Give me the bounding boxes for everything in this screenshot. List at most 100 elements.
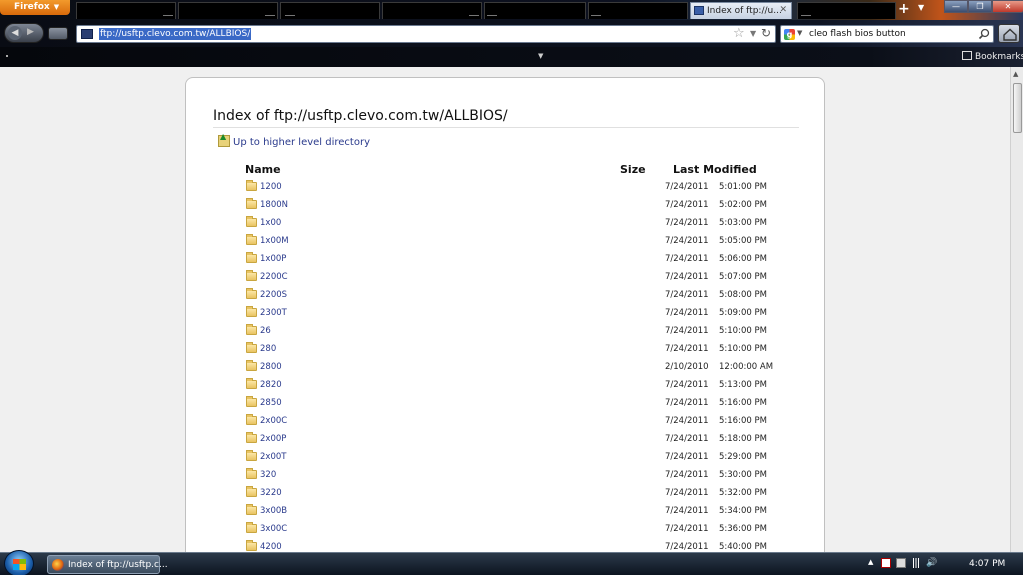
- up-directory-link[interactable]: Up to higher level directory: [218, 132, 370, 148]
- minimize-button[interactable]: —: [944, 0, 968, 13]
- chevron-down-icon[interactable]: ▼: [750, 29, 756, 38]
- list-item[interactable]: 1800N 7/24/2011 5:02:00 PM: [245, 198, 805, 216]
- list-item[interactable]: 3x00C 7/24/2011 5:36:00 PM: [245, 522, 805, 540]
- tab-close-icon[interactable]: ✕: [779, 5, 787, 15]
- list-item[interactable]: 3x00B 7/24/2011 5:34:00 PM: [245, 504, 805, 522]
- list-item[interactable]: 2x00P 7/24/2011 5:18:00 PM: [245, 432, 805, 450]
- home-icon: [1003, 28, 1017, 41]
- folder-name-link[interactable]: 2x00T: [260, 452, 286, 462]
- tab-8[interactable]: [797, 2, 896, 19]
- maximize-button[interactable]: ❐: [968, 0, 992, 13]
- modified-time: 5:01:00 PM: [719, 182, 767, 192]
- forward-arrow-icon[interactable]: ▶: [27, 27, 34, 37]
- address-bar[interactable]: ftp://usftp.clevo.com.tw/ALLBIOS/ ☆ ▼ ↻: [76, 25, 776, 43]
- vertical-scrollbar[interactable]: ▲: [1010, 67, 1023, 552]
- folder-name-link[interactable]: 4200: [260, 542, 282, 552]
- folder-name-link[interactable]: 2850: [260, 398, 282, 408]
- modified-date: 7/24/2011: [665, 542, 709, 552]
- site-identity-icon[interactable]: [81, 29, 93, 39]
- list-item[interactable]: 1x00P 7/24/2011 5:06:00 PM: [245, 252, 805, 270]
- list-item[interactable]: 3220 7/24/2011 5:32:00 PM: [245, 486, 805, 504]
- bookmark-item[interactable]: [6, 55, 8, 57]
- folder-name-link[interactable]: 320: [260, 470, 276, 480]
- network-signal-icon[interactable]: [911, 558, 921, 568]
- list-item[interactable]: 280 7/24/2011 5:10:00 PM: [245, 342, 805, 360]
- address-text[interactable]: ftp://usftp.clevo.com.tw/ALLBIOS/: [99, 28, 252, 40]
- tab-1[interactable]: [76, 2, 176, 19]
- list-item[interactable]: 2800 2/10/2010 12:00:00 AM: [245, 360, 805, 378]
- system-tray: ▲ 🔊: [868, 558, 937, 568]
- modified-date: 7/24/2011: [665, 452, 709, 462]
- search-icon[interactable]: [978, 28, 990, 40]
- modified-time: 5:40:00 PM: [719, 542, 767, 552]
- column-header-name[interactable]: Name: [245, 163, 281, 176]
- bookmarks-button[interactable]: Bookmarks: [962, 51, 1023, 62]
- folder-name-link[interactable]: 280: [260, 344, 276, 354]
- folder-icon: [246, 306, 257, 317]
- back-arrow-icon[interactable]: ◀: [8, 26, 22, 40]
- reload-icon[interactable]: ↻: [761, 26, 771, 40]
- list-item[interactable]: 2x00C 7/24/2011 5:16:00 PM: [245, 414, 805, 432]
- folder-name-link[interactable]: 1x00M: [260, 236, 289, 246]
- list-item[interactable]: 4200 7/24/2011 5:40:00 PM: [245, 540, 805, 552]
- action-center-flag-icon[interactable]: [881, 558, 891, 568]
- folder-name-link[interactable]: 2x00P: [260, 434, 286, 444]
- folder-name-link[interactable]: 2200S: [260, 290, 287, 300]
- folder-name-link[interactable]: 3220: [260, 488, 282, 498]
- tab-5[interactable]: [484, 2, 586, 19]
- folder-name-link[interactable]: 2820: [260, 380, 282, 390]
- search-bar[interactable]: g ▼ cleo flash bios button: [780, 25, 994, 43]
- tab-6[interactable]: [588, 2, 688, 19]
- taskbar-firefox-window[interactable]: Index of ftp://usftp.c...: [47, 555, 168, 574]
- history-dropdown-button[interactable]: [48, 27, 68, 40]
- windows-taskbar: Index of ftp://usftp.c... ▲ 🔊 4:07 PM: [0, 550, 1023, 575]
- bookmark-star-icon[interactable]: ☆: [733, 26, 745, 41]
- tab-4[interactable]: [382, 2, 482, 19]
- list-item[interactable]: 26 7/24/2011 5:10:00 PM: [245, 324, 805, 342]
- folder-name-link[interactable]: 3x00B: [260, 506, 287, 516]
- tab-active[interactable]: Index of ftp://u... ✕: [690, 2, 792, 19]
- folder-name-link[interactable]: 3x00C: [260, 524, 287, 534]
- folder-name-link[interactable]: 1x00P: [260, 254, 286, 264]
- search-input[interactable]: cleo flash bios button: [809, 29, 906, 39]
- folder-name-link[interactable]: 1200: [260, 182, 282, 192]
- folder-name-link[interactable]: 1x00: [260, 218, 281, 228]
- folder-name-link[interactable]: 2800: [260, 362, 282, 372]
- list-item[interactable]: 1x00M 7/24/2011 5:05:00 PM: [245, 234, 805, 252]
- start-button[interactable]: [4, 550, 34, 575]
- chevron-down-icon[interactable]: ▼: [797, 29, 802, 37]
- new-tab-button[interactable]: +: [898, 1, 910, 17]
- tab-3[interactable]: [280, 2, 380, 19]
- page-title: Index of ftp://usftp.clevo.com.tw/ALLBIO…: [213, 108, 799, 128]
- list-item[interactable]: 2300T 7/24/2011 5:09:00 PM: [245, 306, 805, 324]
- taskbar-clock[interactable]: 4:07 PM: [969, 559, 1005, 569]
- firefox-menu-button[interactable]: Firefox ▼: [0, 0, 70, 15]
- folder-name-link[interactable]: 2300T: [260, 308, 287, 318]
- list-item[interactable]: 2200C 7/24/2011 5:07:00 PM: [245, 270, 805, 288]
- window-close-button[interactable]: ✕: [992, 0, 1023, 13]
- display-icon[interactable]: [896, 558, 906, 568]
- folder-name-link[interactable]: 2x00C: [260, 416, 287, 426]
- up-directory-label[interactable]: Up to higher level directory: [233, 137, 370, 148]
- list-item[interactable]: 2200S 7/24/2011 5:08:00 PM: [245, 288, 805, 306]
- column-header-last-modified[interactable]: Last Modified: [673, 163, 757, 176]
- folder-name-link[interactable]: 2200C: [260, 272, 288, 282]
- google-engine-icon[interactable]: g: [784, 29, 795, 40]
- show-hidden-icons-icon[interactable]: ▲: [868, 558, 876, 568]
- home-button[interactable]: [998, 24, 1020, 43]
- column-header-size[interactable]: Size: [620, 163, 646, 176]
- list-all-tabs-icon[interactable]: ▼: [918, 3, 924, 12]
- folder-name-link[interactable]: 1800N: [260, 200, 288, 210]
- scroll-up-arrow-icon[interactable]: ▲: [1013, 70, 1018, 78]
- volume-icon[interactable]: 🔊: [926, 558, 937, 568]
- list-item[interactable]: 320 7/24/2011 5:30:00 PM: [245, 468, 805, 486]
- list-item[interactable]: 2x00T 7/24/2011 5:29:00 PM: [245, 450, 805, 468]
- chevron-down-icon[interactable]: ▼: [538, 52, 543, 60]
- list-item[interactable]: 1x00 7/24/2011 5:03:00 PM: [245, 216, 805, 234]
- scrollbar-thumb[interactable]: [1013, 83, 1022, 133]
- list-item[interactable]: 1200 7/24/2011 5:01:00 PM: [245, 180, 805, 198]
- list-item[interactable]: 2850 7/24/2011 5:16:00 PM: [245, 396, 805, 414]
- tab-2[interactable]: [178, 2, 278, 19]
- list-item[interactable]: 2820 7/24/2011 5:13:00 PM: [245, 378, 805, 396]
- folder-name-link[interactable]: 26: [260, 326, 271, 336]
